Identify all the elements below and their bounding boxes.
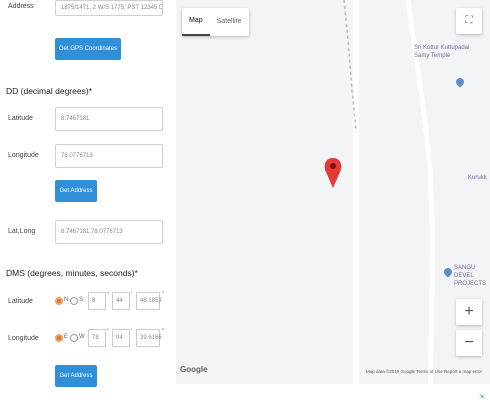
lon-degree-symbol: ° bbox=[107, 329, 110, 335]
lon-east-radio[interactable] bbox=[55, 334, 63, 342]
map-type-tabs: Map Satellite bbox=[182, 8, 249, 36]
lon-east-label: E bbox=[64, 334, 69, 340]
dd-heading: DD (decimal degrees)* bbox=[6, 86, 92, 96]
poi-temple-label[interactable]: Sri Kottur Kuttupadai Samy Temple bbox=[414, 44, 484, 60]
lon-degrees-input[interactable]: 78 bbox=[88, 329, 106, 347]
lat-second-symbol: " bbox=[162, 292, 165, 298]
lat-minutes-input[interactable]: 44 bbox=[112, 292, 130, 310]
get-gps-coordinates-button[interactable]: Get GPS Coordinates bbox=[55, 38, 121, 60]
lat-south-radio[interactable] bbox=[70, 297, 78, 305]
lon-minutes-input[interactable]: 04 bbox=[112, 329, 130, 347]
map-footer-strip bbox=[176, 384, 490, 406]
lat-degree-symbol: ° bbox=[107, 292, 110, 298]
map-view[interactable]: Map Satellite ⛶ Sri Kottur Kuttupadai Sa… bbox=[176, 0, 490, 406]
map-roads bbox=[324, 0, 435, 406]
lon-west-label: W bbox=[79, 334, 85, 340]
lat-degrees-input[interactable]: 8 bbox=[88, 292, 106, 310]
dms-get-address-button[interactable]: Get Address bbox=[55, 365, 97, 387]
dd-longitude-input[interactable]: 78.0776713 bbox=[55, 144, 163, 168]
resize-handle-icon[interactable]: ⇲ bbox=[479, 393, 484, 400]
tab-map[interactable]: Map bbox=[182, 8, 210, 36]
dms-latitude-label: Latitude bbox=[8, 298, 33, 305]
curved-road bbox=[405, 0, 435, 406]
dd-latitude-label: Latitude bbox=[8, 115, 33, 122]
dd-latitude-input[interactable]: 8.7467181 bbox=[55, 107, 163, 131]
poi-sangu-label[interactable]: SANGU DEVEL PROJECTS bbox=[454, 264, 490, 288]
coordinates-form: Address 1875/1471, 2 W/S 1775, PST 12345… bbox=[0, 0, 176, 406]
map-attribution[interactable]: Map data ©2019 Google Terms of Use Repor… bbox=[366, 369, 482, 374]
tab-satellite[interactable]: Satellite bbox=[210, 8, 249, 36]
lat-south-label: S bbox=[79, 297, 84, 303]
latlong-label: Lat,Long bbox=[8, 228, 36, 235]
lat-seconds-input[interactable]: 48.1853 bbox=[136, 292, 162, 310]
lon-seconds-input[interactable]: 39.6166 bbox=[136, 329, 162, 347]
lon-second-symbol: " bbox=[162, 329, 165, 335]
location-marker-icon[interactable] bbox=[324, 158, 342, 188]
google-logo: Google bbox=[180, 365, 208, 374]
address-input[interactable]: 1875/1471, 2 W/S 1775, PST 12345 D bbox=[55, 0, 163, 16]
dms-longitude-label: Longitude bbox=[8, 335, 39, 342]
latlong-input[interactable]: 8.7467181,78.0776713 bbox=[55, 220, 163, 244]
zoom-out-button[interactable]: − bbox=[456, 330, 482, 356]
dd-get-address-button[interactable]: Get Address bbox=[55, 180, 97, 202]
dd-longitude-label: Longitude bbox=[8, 152, 39, 159]
lat-north-radio[interactable] bbox=[55, 297, 63, 305]
address-label: Address bbox=[8, 3, 34, 10]
lat-north-label: N bbox=[64, 297, 69, 303]
zoom-in-button[interactable]: + bbox=[456, 299, 482, 325]
poi-kurukk-label[interactable]: Kurukk bbox=[468, 174, 487, 182]
lat-minute-symbol: ' bbox=[131, 292, 133, 298]
fullscreen-icon[interactable]: ⛶ bbox=[456, 8, 482, 34]
dms-heading: DMS (degrees, minutes, seconds)* bbox=[6, 268, 138, 278]
lon-minute-symbol: ' bbox=[131, 329, 133, 335]
lon-west-radio[interactable] bbox=[70, 334, 78, 342]
